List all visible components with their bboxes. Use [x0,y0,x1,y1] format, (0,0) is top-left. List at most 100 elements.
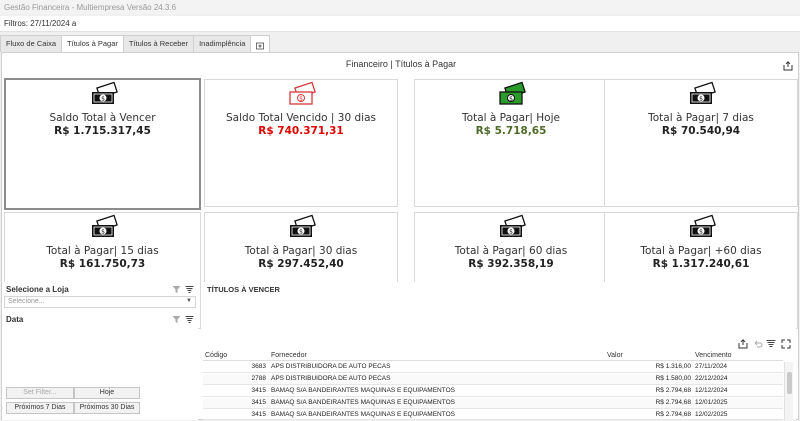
card-value: R$ 1.715.317,45 [54,125,151,137]
money-bill-icon: $ [91,81,118,104]
money-bill-icon: $ [690,214,716,237]
card-label: Saldo Total à Vencer [49,112,156,124]
tab-bar: Fluxo de Caixa Títulos à Pagar Títulos à… [0,35,271,53]
col-valor[interactable]: Valor [607,352,623,359]
col-codigo[interactable]: Código [205,352,227,359]
money-bill-icon: $ [500,214,526,237]
cell-valor: R$ 1.580,00 [655,375,691,382]
table-row[interactable]: 3415 BAMAQ S/A BANDEIRANTES MAQUINAS E E… [203,398,783,409]
svg-text:$: $ [699,95,703,102]
loja-title: Selecione a Loja [6,285,69,294]
cell-fornecedor: BAMAQ S/A BANDEIRANTES MAQUINAS E EQUIPA… [271,399,455,406]
dashboard-title: Financeiro | Títulos à Pagar [345,59,457,69]
scrollbar-thumb[interactable] [787,372,792,394]
card-label: Total à Pagar| 60 dias [454,245,568,257]
card-value: R$ 392.358,19 [468,258,554,270]
titulos-panel: TÍTULOS À VENCER Código Fornecedor Valor… [203,282,796,420]
proximos-7-dias-button[interactable]: Próximos 7 Dias [6,402,74,414]
money-bill-icon: $ [91,214,118,237]
card-saldo-total-a-vencer[interactable]: $ Saldo Total à Vencer R$ 1.715.317,45 [4,78,201,210]
svg-text:$: $ [299,228,303,235]
card-label: Total à Pagar| 7 dias [648,112,754,124]
card-label: Total à Pagar| Hoje [462,112,560,124]
hoje-button[interactable]: Hoje [74,387,140,399]
card-value: R$ 297.452,40 [258,258,344,270]
proximos-30-dias-button[interactable]: Próximos 30 Dias [74,402,140,414]
col-fornecedor[interactable]: Fornecedor [271,352,307,359]
cell-fornecedor: BAMAQ S/A BANDEIRANTES MAQUINAS E EQUIPA… [271,387,455,394]
cell-vencimento: 12/01/2025 [695,399,728,406]
data-title: Data [6,315,24,324]
filter-bar: Filtros: 27/11/2024 a [0,16,800,32]
svg-text:$: $ [101,228,105,235]
svg-text:$: $ [509,228,513,235]
add-tab-button[interactable] [250,35,271,52]
filter-panel: Selecione a Loja Selecione... ▼ Data Set… [2,282,198,420]
table-row[interactable]: 2788 APS DISTRIBUIDORA DE AUTO PECAS R$ … [203,374,783,385]
cell-codigo: 3415 [251,387,266,394]
filter-edit-icon[interactable] [185,285,194,294]
card-total-a-pagar-hoje[interactable]: $ Total à Pagar| Hoje R$ 5.718,65 [414,79,608,207]
titulos-title: TÍTULOS À VENCER [207,285,280,294]
loja-select-placeholder: Selecione... [8,298,45,305]
cell-codigo: 3415 [251,411,266,418]
card-value: R$ 1.317.240,61 [652,258,750,270]
add-tab-icon [256,42,265,49]
share-icon[interactable] [783,61,793,71]
tab-titulos-a-pagar[interactable]: Títulos à Pagar [61,35,124,53]
cell-valor: R$ 1.316,00 [655,363,691,370]
card-label: Total à Pagar| 15 dias [46,245,159,257]
filter-edit-icon[interactable] [185,315,194,324]
money-bill-icon: $ [290,214,316,237]
table-row[interactable]: 3683 APS DISTRIBUIDORA DE AUTO PECAS R$ … [203,362,783,373]
vertical-scrollbar[interactable] [784,362,793,420]
tab-inadimplencia[interactable]: Inadimplência [193,35,252,52]
table-row[interactable]: 3415 BAMAQ S/A BANDEIRANTES MAQUINAS E E… [203,386,783,397]
cell-codigo: 3683 [251,363,266,370]
cell-codigo: 2788 [251,375,266,382]
loja-select[interactable]: Selecione... ▼ [4,296,196,308]
filter-clear-icon[interactable] [172,285,181,294]
col-vencimento[interactable]: Vencimento [695,352,732,359]
cell-fornecedor: BAMAQ S/A BANDEIRANTES MAQUINAS E EQUIPA… [271,411,455,418]
loja-header: Selecione a Loja [2,282,198,296]
titulos-grid-header: Código Fornecedor Valor Vencimento [203,351,783,361]
set-filter-button[interactable]: Set Filter... [6,387,74,399]
money-bill-icon: $ [690,81,716,104]
cell-valor: R$ 2.794,68 [655,399,691,406]
cell-vencimento: 12/02/2025 [695,411,728,418]
cell-valor: R$ 2.794,68 [655,411,691,418]
chevron-down-icon: ▼ [186,298,192,304]
cell-vencimento: 12/12/2024 [695,387,728,394]
svg-text:$: $ [101,95,105,102]
card-label: Total à Pagar| +60 dias [640,245,762,257]
svg-text:$: $ [299,95,303,102]
money-bill-icon-shape: $ [91,81,118,104]
card-value: R$ 740.371,31 [258,125,344,137]
card-value: R$ 70.540,94 [661,125,741,137]
card-value: R$ 5.718,65 [475,125,547,137]
table-row[interactable]: 3415 BAMAQ S/A BANDEIRANTES MAQUINAS E E… [203,410,783,420]
card-total-a-pagar-7-dias[interactable]: $ Total à Pagar| 7 dias R$ 70.540,94 [604,79,798,207]
filter-edit-icon[interactable] [766,339,776,349]
card-label: Saldo Total Vencido | 30 dias [226,112,376,124]
cell-fornecedor: APS DISTRIBUIDORA DE AUTO PECAS [271,363,391,370]
filter-clear-icon[interactable] [172,315,181,324]
svg-text:$: $ [699,228,703,235]
titulos-header: TÍTULOS À VENCER [203,282,796,296]
undo-icon[interactable] [753,339,763,349]
svg-text:$: $ [509,95,513,102]
card-value: R$ 161.750,73 [59,258,146,270]
share-icon[interactable] [738,339,748,349]
cell-vencimento: 22/12/2024 [695,375,728,382]
data-header: Data [2,312,198,326]
tab-titulos-a-receber[interactable]: Títulos à Receber [122,35,195,52]
window-title: Gestão Financeira - Multiempresa Versão … [0,0,800,14]
cell-codigo: 3415 [251,399,266,406]
tab-fluxo-de-caixa[interactable]: Fluxo de Caixa [0,35,63,52]
card-saldo-total-vencido[interactable]: $ Saldo Total Vencido | 30 dias R$ 740.3… [204,79,398,207]
expand-icon[interactable] [781,339,791,349]
card-label: Total à Pagar| 30 dias [244,245,358,257]
money-bill-icon: $ [289,81,316,105]
cell-valor: R$ 2.794,68 [655,387,691,394]
